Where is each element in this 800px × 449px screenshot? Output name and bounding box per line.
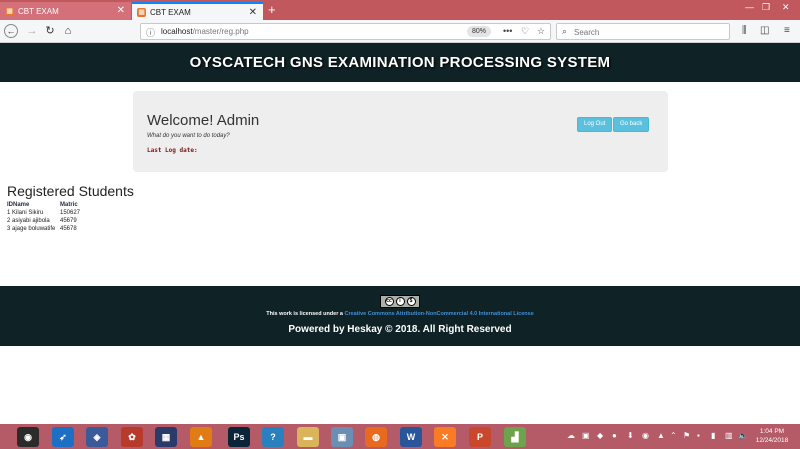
windows-taskbar: ◉ ➶ ◈ ✿ ▦ ▲ Ps? ▬ ▣ ◍ W ✕ P ▟ ☁ ▣ ◆ ● ⬇ ◉ ▲ ⌃ ⚑ ▪ ▮ ▥… [0,424,800,449]
tab-title: CBT EXAM [150,7,191,17]
folder-icon[interactable]: ▬ [297,427,319,447]
network-status-icon[interactable]: ▥ [725,431,733,440]
download-icon[interactable]: ⬇ [627,431,634,440]
page-favicon-icon: ▦ [137,7,146,17]
volume-icon[interactable]: 🔈 [738,431,748,440]
bookmark-star-icon[interactable]: ☆ [537,26,545,37]
tray-app-icon[interactable]: ▲ [657,431,665,440]
photoshop-icon[interactable]: Ps [228,427,250,447]
table-row: 2 asiyabi ajibola 45679 [6,218,81,226]
attribution-icon: i [395,297,405,306]
shield-icon[interactable]: ◈ [86,427,108,447]
search-input[interactable] [574,26,724,38]
column-header-idname: IDName [7,202,30,208]
close-tab-icon[interactable]: ✕ [249,7,257,18]
back-arrow-icon[interactable]: ← [4,24,18,38]
network-icon[interactable]: ▣ [331,427,353,447]
welcome-heading: Welcome! Admin [147,112,260,129]
help-icon[interactable]: ? [262,427,284,447]
tab-title: CBT EXAM [18,6,59,16]
welcome-panel: Welcome! Admin What do you want to do to… [133,91,668,172]
powerpoint-icon[interactable]: P [469,427,491,447]
table-header-row: IDName Matric [6,202,81,210]
minimize-icon[interactable]: — [745,2,754,12]
site-footer: cc i $ This work is licensed under a Cre… [0,286,800,346]
students-table: IDName Matric 1 Kilani Sikiru 150627 2 a… [6,202,81,234]
browser-tab-2[interactable]: ▦ CBT EXAM ✕ [132,2,263,20]
menu-icon[interactable]: ≡ [784,25,790,36]
forward-arrow-icon[interactable]: → [25,24,39,38]
site-header: OYSCATECH GNS EXAMINATION PROCESSING SYS… [0,43,800,82]
url-bar[interactable]: ⓘ localhost/master/reg.php 80% ••• ♡ ☆ [140,23,551,40]
browser-tab-1[interactable]: ▦ CBT EXAM ✕ [0,2,131,20]
chart-app-icon[interactable]: ▟ [504,427,526,447]
restore-icon[interactable]: ❐ [762,2,770,13]
word-icon[interactable]: W [400,427,422,447]
site-title: OYSCATECH GNS EXAMINATION PROCESSING SYS… [189,54,611,71]
tray-app-icon[interactable]: ● [612,431,617,440]
page-favicon-icon: ▦ [5,6,14,16]
pocket-icon[interactable]: ♡ [521,26,529,37]
firefox-icon[interactable]: ◍ [365,427,387,447]
tray-app-icon[interactable]: ▪ [697,431,700,440]
system-clock[interactable]: 1:04 PM 12/24/2018 [752,427,792,445]
film-icon[interactable]: ▦ [155,427,177,447]
tray-app-icon[interactable]: ▣ [582,431,590,440]
noncommercial-icon: $ [406,297,416,306]
cell-id-name: 1 Kilani Sikiru [7,210,44,216]
flag-icon[interactable]: ⚑ [683,431,690,440]
library-icon[interactable]: ⫼ [742,25,747,36]
tray-app-icon[interactable]: ◉ [642,431,649,440]
tray-app-icon[interactable]: ◆ [597,431,603,440]
xampp-icon[interactable]: ✕ [434,427,456,447]
page-actions-icon[interactable]: ••• [503,26,512,36]
cloud-icon[interactable]: ☁ [567,431,575,440]
powered-by-text: Powered by Heskay © 2018. All Right Rese… [288,324,512,335]
browser-nav-bar: ← → ↻ ⌂ ⓘ localhost/master/reg.php 80% •… [0,20,800,43]
chevron-up-icon[interactable]: ⌃ [670,431,677,440]
creative-commons-badge-icon[interactable]: cc i $ [380,295,420,308]
go-back-button[interactable]: Go back [613,117,650,132]
cell-id-name: 3 ajage boluwatife [7,226,56,232]
window-close-icon[interactable]: ✕ [782,2,790,13]
registered-students-title: Registered Students [7,183,134,199]
home-icon[interactable]: ⌂ [61,24,75,38]
logout-button[interactable]: Log Out [577,117,613,132]
reload-icon[interactable]: ↻ [43,24,57,38]
sidebar-icon[interactable]: ◫ [760,25,769,36]
cell-id-name: 2 asiyabi ajibola [7,218,50,224]
cell-matric: 150627 [60,210,81,216]
column-header-matric: Matric [60,202,78,208]
table-row: 3 ajage boluwatife 45678 [6,226,81,234]
search-icon: ⌕ [562,26,568,36]
new-tab-icon[interactable]: + [268,2,276,17]
license-text: This work is licensed under a Creative C… [266,311,534,317]
paint-icon[interactable]: ✿ [121,427,143,447]
rocket-icon[interactable]: ➶ [52,427,74,447]
site-info-icon[interactable]: ⓘ [146,26,155,39]
cell-matric: 45679 [60,218,77,224]
table-row: 1 Kilani Sikiru 150627 [6,210,81,218]
search-bar[interactable]: ⌕ [556,23,730,40]
cell-matric: 45678 [60,226,77,232]
battery-icon[interactable]: ▮ [711,431,715,440]
vlc-icon[interactable]: ▲ [190,427,212,447]
start-icon[interactable]: ◉ [17,427,39,447]
browser-tab-bar: ▦ CBT EXAM ✕ ▦ CBT EXAM ✕ + — ❐ ✕ [0,0,800,20]
license-link[interactable]: Creative Commons Attribution-NonCommerci… [344,311,533,317]
zoom-level[interactable]: 80% [467,26,492,37]
cc-icon: cc [384,297,394,306]
last-log-date: Last Log date: [147,147,198,154]
clock-time: 1:04 PM [759,428,785,435]
welcome-subtitle: What do you want to do today? [147,133,230,139]
clock-date: 12/24/2018 [755,437,789,444]
url-text[interactable]: localhost/master/reg.php [161,27,249,36]
close-tab-icon[interactable]: ✕ [117,5,125,16]
